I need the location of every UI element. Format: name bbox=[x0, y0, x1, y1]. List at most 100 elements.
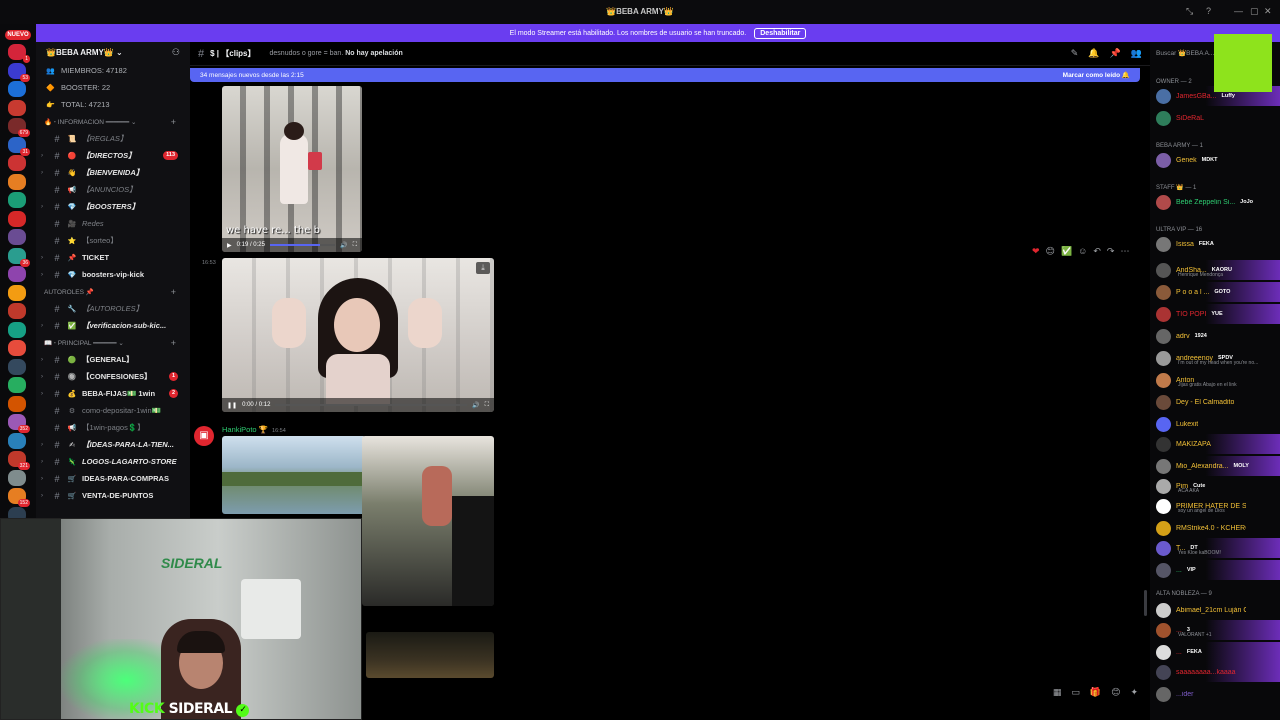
channel-item[interactable]: › # 🛒 VENTA-DE-PUNTOS bbox=[36, 487, 190, 504]
new-messages-bar[interactable]: 34 mensajes nuevos desde las 2:15 Marcar… bbox=[190, 68, 1140, 82]
add-channel-icon[interactable]: + bbox=[171, 287, 176, 297]
volume-icon[interactable]: 🔊 bbox=[472, 402, 479, 409]
disable-button[interactable]: Deshabilitar bbox=[754, 27, 807, 39]
download-icon[interactable]: ⤓ bbox=[476, 262, 490, 274]
channel-item[interactable]: # 📢 【ANUNCIOS】 bbox=[36, 181, 190, 198]
member-item[interactable]: ... VIP bbox=[1156, 560, 1280, 580]
members-icon[interactable]: 👥 bbox=[1131, 48, 1142, 59]
video-player[interactable]: we have re... the b ▶ 0:19 / 0:25 🔊 ⛶ bbox=[222, 86, 362, 252]
server-icon[interactable]: 679 bbox=[8, 118, 30, 137]
mark-read-button[interactable]: Marcar como leído 🔔 bbox=[1063, 71, 1130, 79]
channel-item[interactable]: › # 💎 【BOOSTERS】 bbox=[36, 198, 190, 215]
member-item[interactable]: Dey - El Calmadito bbox=[1156, 392, 1280, 412]
emoji-reaction-icon[interactable]: 😊 bbox=[1046, 246, 1055, 257]
author-name[interactable]: HankiPoto 🏆 bbox=[222, 425, 268, 434]
pin-icon[interactable]: 📌 bbox=[1110, 48, 1121, 59]
server-icon[interactable]: 352 bbox=[8, 414, 30, 433]
gif-icon[interactable]: ▭ bbox=[1071, 687, 1080, 698]
channel-item[interactable]: › # 👋 【BIENVENIDA】 bbox=[36, 164, 190, 181]
image-attachment[interactable] bbox=[222, 436, 366, 514]
category-informacion[interactable]: 🔥 ꞏ INFORMACION ━━━━━━ ⌄ + bbox=[36, 113, 190, 130]
category-principal[interactable]: 📖 ꞏ PRINCIPAL ━━━━━━ ⌄ + bbox=[36, 334, 190, 351]
channel-item[interactable]: # ⚙ como-depositar-1win💵 bbox=[36, 402, 190, 419]
server-icon[interactable]: 1 bbox=[8, 44, 30, 63]
member-item[interactable]: saaaaaaaa...kaaaa bbox=[1156, 662, 1280, 682]
volume-icon[interactable]: 🔊 bbox=[340, 242, 347, 249]
server-icon[interactable] bbox=[8, 469, 26, 486]
fullscreen-icon[interactable]: ⛶ bbox=[485, 402, 489, 409]
server-icon[interactable] bbox=[8, 192, 26, 208]
server-icon[interactable]: 53 bbox=[8, 62, 30, 82]
member-item[interactable]: SiDeRaL bbox=[1156, 108, 1280, 128]
member-item[interactable]: T... DT Yes Kloe kaBOOM! bbox=[1156, 538, 1280, 558]
server-icon[interactable] bbox=[8, 340, 26, 356]
apps-icon[interactable]: ▦ bbox=[1053, 687, 1062, 698]
member-item[interactable]: Bebé Zeppelin Si... JoJo bbox=[1156, 192, 1280, 212]
channel-item[interactable]: › # ✍ 【IDEAS-PARA-LA-TIEN... bbox=[36, 436, 190, 453]
avatar[interactable]: ▣ bbox=[194, 426, 214, 446]
add-member-icon[interactable]: ⚇ bbox=[172, 47, 180, 58]
channel-item[interactable]: # 📜 【REGLAS】 bbox=[36, 130, 190, 147]
member-item[interactable]: andreeenoy SPDV I'm out of my head when yo… bbox=[1156, 348, 1280, 368]
help-icon[interactable]: ? bbox=[1206, 6, 1211, 16]
member-item[interactable]: P o o a l ... GOTO bbox=[1156, 282, 1280, 302]
member-item[interactable]: ... 3 VALORANT +1 bbox=[1156, 620, 1280, 640]
member-item[interactable]: Genek MDKT bbox=[1156, 150, 1280, 170]
check-icon[interactable]: ✅ bbox=[1061, 246, 1072, 257]
server-icon[interactable] bbox=[8, 358, 26, 375]
add-channel-icon[interactable]: + bbox=[171, 338, 176, 348]
channel-item[interactable]: › # 💰 BEBA-FIJAS💵 1win 2 bbox=[36, 385, 190, 402]
message-author[interactable]: HankiPoto 🏆 16:54 bbox=[222, 425, 286, 434]
server-icon[interactable] bbox=[8, 284, 26, 301]
channel-item[interactable]: › # ✅ 【verificacion-sub-kic... bbox=[36, 317, 190, 334]
member-item[interactable]: Abimael_21cm Luján Car... bbox=[1156, 600, 1280, 620]
server-icon[interactable] bbox=[8, 432, 26, 449]
member-item[interactable]: ...ider bbox=[1156, 684, 1280, 704]
member-item[interactable]: adrv 1924 bbox=[1156, 326, 1280, 346]
seek-bar[interactable] bbox=[275, 404, 468, 406]
member-item[interactable]: Anton Jijas gratis Abajo en el link bbox=[1156, 370, 1280, 390]
image-attachment[interactable] bbox=[362, 436, 494, 606]
member-item[interactable]: PRIMER HATER DE SIDE...soy un angel de D… bbox=[1156, 496, 1280, 516]
channel-item[interactable]: # ⭐ 【sorteo】 bbox=[36, 232, 190, 249]
maximize-button[interactable]: ▢ bbox=[1250, 6, 1259, 17]
channel-item[interactable]: › # 💎 boosters-vip-kick bbox=[36, 266, 190, 283]
channel-item[interactable]: › # 🔴 【DIRECTOS】 113 bbox=[36, 147, 190, 164]
member-item[interactable]: AndSha... KAORU Henrique Mendonça bbox=[1156, 260, 1280, 280]
channel-item[interactable]: › # 🔘 【CONFESIONES】 1 bbox=[36, 368, 190, 385]
server-icon[interactable] bbox=[8, 303, 26, 319]
server-stat[interactable]: 👥 MIEMBROS: 47182 bbox=[36, 62, 190, 79]
server-icon[interactable] bbox=[8, 81, 26, 97]
popout-icon[interactable]: ⤡ bbox=[1186, 6, 1193, 17]
server-stat[interactable]: 👉 TOTAL: 47213 bbox=[36, 96, 190, 113]
channel-item[interactable]: › # 🦎 LOGOS-LAGARTO-STORE bbox=[36, 453, 190, 470]
bell-icon[interactable]: 🔔 bbox=[1088, 48, 1099, 59]
member-item[interactable]: Mio_Alexandra... MOLY bbox=[1156, 456, 1280, 476]
server-icon[interactable] bbox=[8, 377, 26, 393]
server-icon[interactable]: 321 bbox=[8, 451, 30, 470]
member-item[interactable]: TIO POPI YUE bbox=[1156, 304, 1280, 324]
channel-item[interactable]: # 🎥 Redes bbox=[36, 215, 190, 232]
server-icon[interactable]: 31 bbox=[8, 136, 30, 156]
server-icon[interactable] bbox=[8, 395, 26, 412]
pause-icon[interactable]: ❚❚ bbox=[227, 402, 237, 409]
sticker-icon[interactable]: ✦ bbox=[1130, 687, 1138, 698]
scrollbar[interactable] bbox=[1144, 590, 1147, 616]
reply-icon[interactable]: ↶ bbox=[1093, 246, 1101, 257]
channel-item[interactable]: # 📢 【1win-pagos💲】 bbox=[36, 419, 190, 436]
image-attachment[interactable] bbox=[366, 632, 494, 678]
server-icon[interactable]: 152 bbox=[8, 488, 30, 507]
channel-item[interactable]: # 🔧 【AUTOROLES】 bbox=[36, 300, 190, 317]
member-item[interactable]: RMStrike4.0 - KCHERO D... bbox=[1156, 518, 1280, 538]
gift-icon[interactable]: 🎁 bbox=[1090, 687, 1101, 698]
emoji-icon[interactable]: 😊 bbox=[1111, 687, 1120, 698]
server-stat[interactable]: 🔶 BOOSTER: 22 bbox=[36, 79, 190, 96]
channel-item[interactable]: › # 🟢 【GENERAL】 bbox=[36, 351, 190, 368]
server-icon[interactable] bbox=[8, 266, 26, 282]
member-item[interactable]: Pim Cute ACA AKA bbox=[1156, 476, 1280, 496]
video-player[interactable]: ⤓ ❚❚ 0:00 / 0:12 🔊 ⛶ bbox=[222, 258, 494, 412]
fullscreen-icon[interactable]: ⛶ bbox=[353, 242, 357, 249]
server-icon[interactable]: 36 bbox=[8, 247, 30, 267]
channel-item[interactable]: › # 📌 TICKET bbox=[36, 249, 190, 266]
member-item[interactable]: Isissa FEKA bbox=[1156, 234, 1280, 254]
